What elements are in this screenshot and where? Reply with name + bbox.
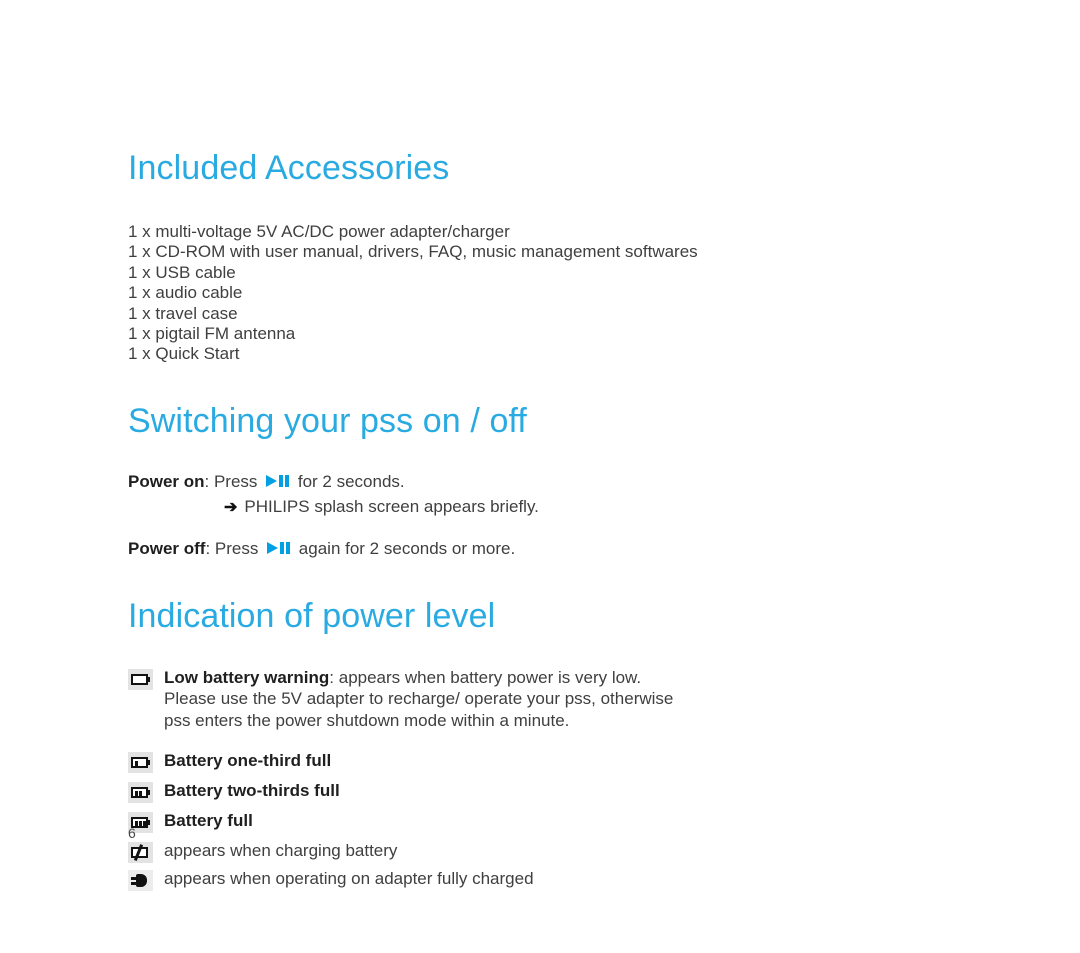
legend-bold-label: Low battery warning xyxy=(164,667,330,687)
legend-extra-line: Please use the 5V adapter to recharge/ o… xyxy=(164,689,674,709)
legend-rest-text: appears when charging battery xyxy=(164,841,398,861)
legend-rest-text: appears when operating on adapter fully … xyxy=(164,869,534,889)
icon-cell xyxy=(128,750,164,774)
icon-cell xyxy=(128,667,164,690)
play-pause-icon xyxy=(267,541,291,555)
page-number: 6 xyxy=(128,825,136,841)
icon-cell xyxy=(128,840,164,864)
battery-one-third-icon xyxy=(128,752,153,774)
list-item: 1 x pigtail FM antenna xyxy=(128,324,296,344)
legend-text: appears when charging battery xyxy=(164,840,848,862)
power-off-line: Power off: Press again for 2 seconds or … xyxy=(128,538,848,560)
legend-text: Battery full xyxy=(164,810,848,832)
battery-two-thirds-icon xyxy=(128,782,153,804)
battery-empty-icon xyxy=(128,668,153,690)
play-pause-icon xyxy=(266,474,290,488)
icon-cell xyxy=(128,868,164,892)
power-on-line: Power on: Press for 2 seconds. xyxy=(128,471,848,493)
list-item: 1 x USB cable xyxy=(128,262,236,282)
legend-row: appears when operating on adapter fully … xyxy=(128,868,848,892)
list-item: 1 x Quick Start xyxy=(128,344,240,364)
legend-bold-label: Battery two-thirds full xyxy=(164,781,340,801)
list-item: 1 x travel case xyxy=(128,303,238,323)
power-on-label: Power on xyxy=(128,471,205,491)
arrow-right-icon: ➔ xyxy=(224,498,238,516)
power-on-note: ➔ PHILIPS splash screen appears briefly. xyxy=(128,496,848,519)
document-page: Included Accessories 1 x multi-voltage 5… xyxy=(0,0,1080,953)
battery-charging-icon xyxy=(128,842,153,864)
heading-indication-power-level: Indication of power level xyxy=(128,596,496,635)
power-off-label: Power off xyxy=(128,538,206,558)
page-content: Included Accessories 1 x multi-voltage 5… xyxy=(128,148,848,892)
power-plug-icon xyxy=(128,870,153,892)
power-instructions: Power on: Press for 2 seconds. ➔ PHILIPS … xyxy=(128,471,848,560)
switching-section: Switching your pss on / off xyxy=(128,401,848,441)
power-off-before-text: : Press xyxy=(205,538,264,558)
list-item: 1 x multi-voltage 5V AC/DC power adapter… xyxy=(128,222,510,241)
legend-row: Battery full xyxy=(128,810,848,834)
legend-extra-line: pss enters the power shutdown mode withi… xyxy=(164,710,570,730)
legend-text: appears when operating on adapter fully … xyxy=(164,868,848,890)
legend-rest-text: : appears when battery power is very low… xyxy=(329,667,642,687)
list-item: 1 x CD-ROM with user manual, drivers, FA… xyxy=(128,242,698,262)
list-item: 1 x audio cable xyxy=(128,283,243,303)
power-on-before-text: : Press xyxy=(204,471,263,491)
legend-text: Low battery warning: appears when batter… xyxy=(164,667,848,732)
legend-row: appears when charging battery xyxy=(128,840,848,864)
heading-switching-on-off: Switching your pss on / off xyxy=(128,401,527,440)
heading-included-accessories: Included Accessories xyxy=(128,149,450,187)
legend-text: Battery one-third full xyxy=(164,750,848,772)
legend-row: Battery two-thirds full xyxy=(128,780,848,804)
power-level-legend: Low battery warning: appears when batter… xyxy=(128,667,848,892)
legend-row: Low battery warning: appears when batter… xyxy=(128,667,848,732)
legend-row: Battery one-third full xyxy=(128,750,848,774)
power-on-note-text: PHILIPS splash screen appears briefly. xyxy=(244,496,539,516)
legend-bold-label: Battery full xyxy=(164,811,253,831)
legend-text: Battery two-thirds full xyxy=(164,780,848,802)
power-on-after-text: for 2 seconds. xyxy=(293,471,405,491)
indication-section: Indication of power level xyxy=(128,596,848,636)
power-off-after-text: again for 2 seconds or more. xyxy=(294,538,516,558)
icon-cell xyxy=(128,780,164,804)
accessories-list: 1 x multi-voltage 5V AC/DC power adapter… xyxy=(128,222,848,365)
legend-bold-label: Battery one-third full xyxy=(164,751,332,771)
